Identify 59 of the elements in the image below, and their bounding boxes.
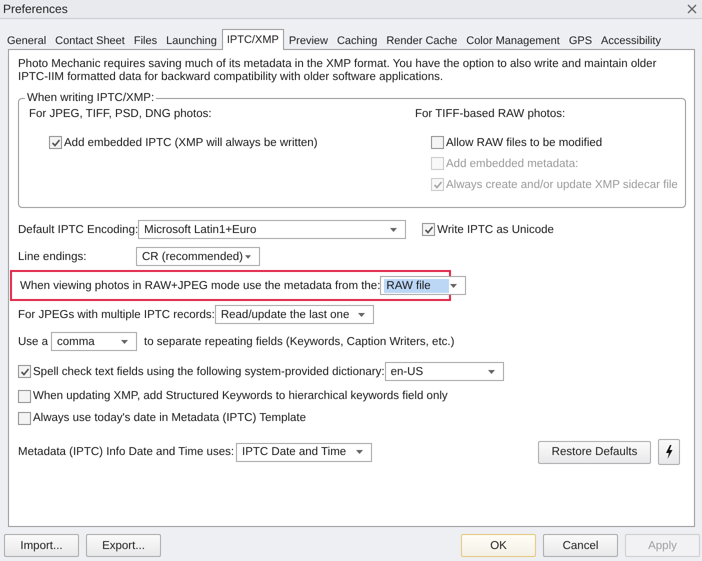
footer-button[interactable]: Export... [86,534,161,557]
footer-button[interactable]: Cancel [543,534,618,557]
tab[interactable]: Preview [284,32,332,49]
group-legend: When writing IPTC/XMP: [25,92,156,104]
checkbox[interactable] [422,223,436,236]
intro-text: Photo Mechanic requires saving much of its metadata in the XMP format. You have the option to also write and maintain older IPTC-IIM formatted data for backward compatibility with older software applications. [18,58,658,84]
restore-defaults-button[interactable]: Restore Defaults [538,440,651,464]
checkbox-label: Spell check text fields using the following system-provided dictionary: [33,366,385,378]
dropdown[interactable]: IPTC Date and Time [236,442,372,462]
checkbox[interactable] [431,136,444,149]
tab[interactable]: Files [130,32,162,49]
caret-icon [450,284,458,288]
lightning-icon [665,445,673,459]
tab[interactable]: Contact Sheet [51,32,129,49]
caret-icon [488,370,495,374]
window-title: Preferences [3,2,68,16]
dropdown[interactable]: Microsoft Latin1+Euro [138,220,406,239]
caret-icon [121,340,128,344]
caret-icon [244,254,251,258]
field-label: For JPEGs with multiple IPTC records: [18,308,215,320]
tab[interactable]: Color Management [462,32,564,49]
section-heading: For JPEG, TIFF, PSD, DNG photos: [29,108,213,120]
dropdown[interactable]: comma [51,332,137,351]
field-label: Line endings: [18,250,88,262]
checkbox[interactable] [18,390,31,402]
checkbox-label: Allow RAW files to be modified [446,136,602,148]
checkbox-label: When updating XMP, add Structured Keywords to hierarchical keywords field only [33,390,448,402]
caret-icon [358,312,365,316]
checkbox-label: Always use today's date in Metadata (IPTC) Template [33,412,306,424]
checkbox-label: Write IPTC as Unicode [437,224,554,236]
tab[interactable]: Render Cache [382,32,462,49]
tab[interactable]: IPTC/XMP [222,29,284,50]
dropdown[interactable]: RAW file [380,276,466,295]
field-label: Use a [18,336,50,348]
section-heading: For TIFF-based RAW photos: [415,108,566,120]
field-label: Default IPTC Encoding: [18,224,138,236]
checkbox-label: Add embedded metadata: [446,158,578,170]
tab[interactable]: Accessibility [597,32,665,49]
caret-icon [356,450,363,454]
footer-button[interactable]: OK [461,534,536,557]
dropdown[interactable]: CR (recommended) [136,247,260,266]
checkbox[interactable] [18,412,31,424]
close-icon[interactable] [687,4,697,14]
field-label: Metadata (IPTC) Info Date and Time uses: [18,446,236,458]
checkbox-label: Add embedded IPTC (XMP will always be written) [64,136,318,148]
field-label: When viewing photos in RAW+JPEG mode use the metadata from the: [20,280,380,292]
dropdown[interactable]: Read/update the last one [214,305,374,324]
field-label: to separate repeating fields (Keywords, Caption Writers, etc.) [144,336,454,348]
checkbox[interactable] [18,365,31,378]
dropdown[interactable]: en-US [384,362,504,381]
footer-button[interactable]: Import... [4,534,79,557]
tab[interactable]: GPS [564,32,596,49]
flash-button[interactable] [658,439,680,465]
tab[interactable]: General [3,32,50,49]
checkbox[interactable] [49,136,62,149]
tab[interactable]: Launching [162,32,221,49]
tab[interactable]: Caching [332,32,382,49]
caret-icon [390,228,398,232]
checkbox-label: Always create and/or update XMP sidecar file [446,178,678,190]
